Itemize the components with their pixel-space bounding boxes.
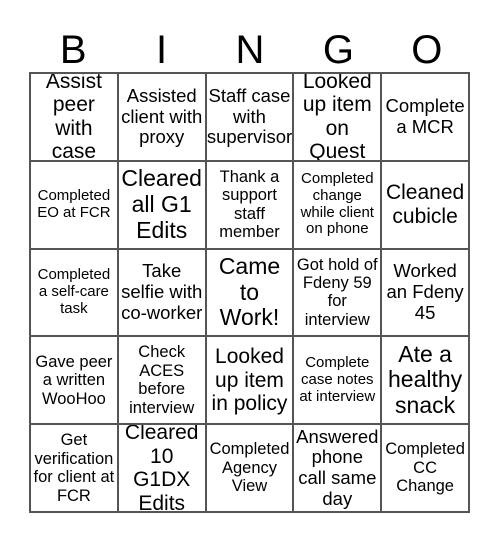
cell-text: Ate a healthy snack (388, 340, 463, 419)
header-letter-n: N (235, 28, 265, 72)
bingo-cell[interactable]: Answered phone call same day (294, 425, 383, 513)
cell-text: Assist peer with case (45, 74, 102, 162)
header-letter-b: B (59, 28, 87, 72)
header-letter-i: I (156, 28, 168, 72)
bingo-cell[interactable]: Take selfie with co-worker (118, 249, 207, 338)
cell-text: Staff case with supervisor (206, 84, 293, 148)
bingo-cell[interactable]: Got hold of Fdeny 59 for interview (294, 249, 383, 338)
cell-text: Cleared 10 G1DX Edits (124, 425, 199, 513)
cell-text: Worked an Fdeny 45 (386, 260, 464, 323)
header-letter-o: O (411, 28, 443, 72)
bingo-cell[interactable]: Staff case with supervisor (206, 74, 295, 162)
bingo-cell[interactable]: Get verification for client at FCR (31, 425, 119, 513)
cell-text: Get verification for client at FCR (33, 431, 115, 505)
bingo-cell[interactable]: Cleared 10 G1DX Edits (118, 425, 207, 513)
cell-text: Assisted client with proxy (121, 84, 203, 148)
cell-text: Completed change while client on phone (300, 170, 374, 238)
bingo-cell[interactable]: Cleared all G1 Edits (118, 161, 207, 250)
cell-text: Take selfie with co-worker (121, 260, 203, 323)
cell-text: Gave peer a written WooHoo (35, 352, 113, 408)
bingo-cell[interactable]: Completed Agency View (206, 425, 295, 513)
cell-text: Got hold of Fdeny 59 for interview (296, 255, 378, 329)
bingo-cell[interactable]: Assisted client with proxy (118, 74, 207, 162)
bingo-cell[interactable]: Thank a support staff member (206, 161, 295, 250)
cell-text: Cleaned cubicle (385, 181, 465, 228)
cell-text: Cleared all G1 Edits (121, 165, 202, 243)
bingo-cell[interactable]: Worked an Fdeny 45 (382, 249, 470, 338)
bingo-cell[interactable]: Completed change while client on phone (294, 161, 383, 250)
bingo-cell[interactable]: Ate a healthy snack (382, 337, 470, 426)
bingo-cell[interactable]: Completed CC Change (382, 425, 470, 513)
cell-text: Answered phone call same day (296, 425, 379, 509)
cell-text: Completed Agency View (209, 440, 290, 496)
cell-text: Completed a self-care task (37, 266, 111, 317)
cell-text: Completed EO at FCR (37, 186, 111, 221)
cell-text: Completed CC Change (385, 440, 465, 496)
cell-text: Check ACES before interview (129, 343, 195, 417)
bingo-cell[interactable]: Came to Work! (206, 249, 295, 338)
bingo-cell[interactable]: Completed a self-care task (31, 249, 119, 338)
bingo-cell[interactable]: Complete a MCR (382, 74, 470, 162)
bingo-cell[interactable]: Complete case notes at interview (294, 337, 383, 426)
bingo-cell[interactable]: Looked up item on Quest (294, 74, 383, 162)
cell-text: Thank a support staff member (219, 167, 280, 242)
bingo-card-grid: Assist peer with case Assisted client wi… (29, 72, 470, 513)
bingo-cell[interactable]: Cleaned cubicle (382, 161, 470, 250)
bingo-cell[interactable]: Check ACES before interview (118, 337, 207, 426)
bingo-cell[interactable]: Gave peer a written WooHoo (31, 337, 119, 426)
cell-text: Looked up item on Quest (302, 74, 372, 162)
cell-text: Complete case notes at interview (299, 354, 376, 405)
bingo-header: B I N G O (29, 28, 471, 72)
bingo-cell[interactable]: Looked up item in policy (206, 337, 295, 426)
header-letter-g: G (322, 28, 354, 72)
cell-text: Looked up item in policy (211, 345, 288, 416)
cell-text: Came to Work! (218, 252, 281, 331)
cell-text: Complete a MCR (385, 95, 465, 137)
bingo-cell[interactable]: Completed EO at FCR (31, 161, 119, 250)
bingo-cell[interactable]: Assist peer with case (31, 74, 119, 162)
